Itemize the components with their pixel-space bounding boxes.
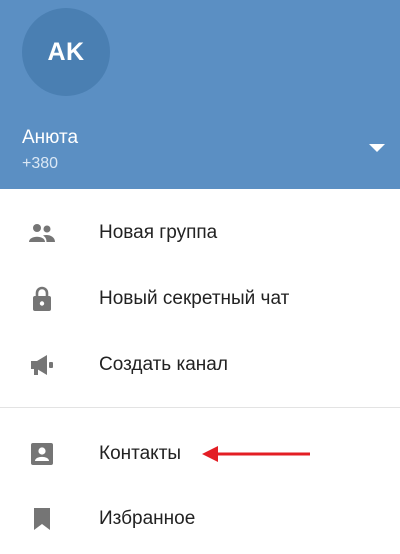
user-phone: +380 xyxy=(22,155,59,172)
menu-divider xyxy=(0,407,400,408)
menu-item-label: Контакты xyxy=(99,443,182,464)
avatar[interactable]: AK xyxy=(22,8,110,96)
user-name: Анюта xyxy=(22,127,79,148)
menu-item-saved[interactable]: Избранное xyxy=(0,487,400,551)
menu-item-label: Новая группа xyxy=(99,222,218,243)
menu-item-secret-chat[interactable]: Новый секретный чат xyxy=(0,267,400,331)
megaphone-icon xyxy=(28,351,56,379)
lock-icon xyxy=(28,285,56,313)
avatar-initials: AK xyxy=(47,37,85,66)
expand-accounts-icon[interactable] xyxy=(365,141,389,155)
contact-card-icon xyxy=(28,440,56,468)
menu-item-create-channel[interactable]: Создать канал xyxy=(0,333,400,397)
group-icon xyxy=(28,219,56,247)
menu-item-label: Избранное xyxy=(99,508,196,529)
drawer-header: AK Анюта +380 xyxy=(0,0,400,189)
annotation-arrow-icon xyxy=(202,446,310,462)
menu-item-new-group[interactable]: Новая группа xyxy=(0,201,400,265)
menu-item-label: Новый секретный чат xyxy=(99,288,290,309)
bookmark-icon xyxy=(28,505,56,533)
menu-item-label: Создать канал xyxy=(99,354,228,375)
